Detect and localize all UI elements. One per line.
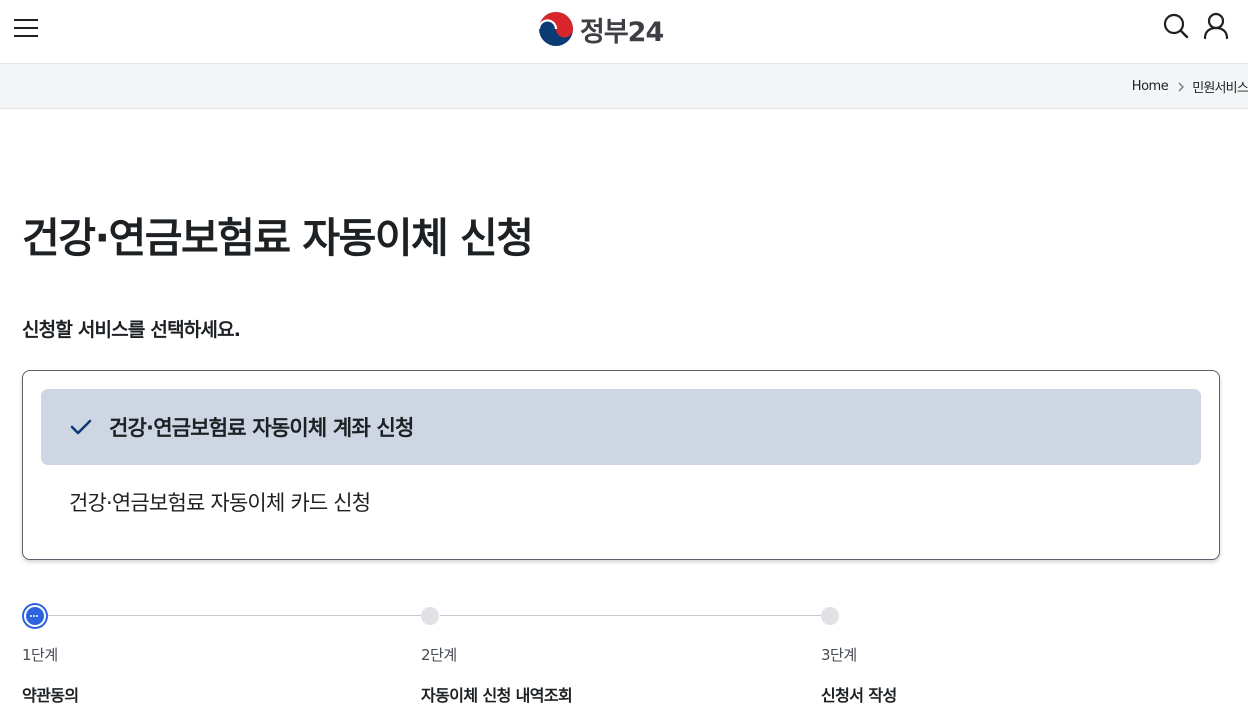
menu-icon[interactable] [14,16,40,40]
check-icon [70,419,92,435]
search-icon[interactable] [1162,12,1190,40]
breadcrumb-current-link[interactable]: 민원서비스 [1192,77,1248,96]
step-indicator: 1단계 2단계 3단계 약관동의 자동이체 신청 내역조회 신청서 작성 [22,604,1232,714]
service-instruction: 신청할 서비스를 선택하세요. [22,319,241,341]
service-option-account[interactable]: 건강·연금보험료 자동이체 계좌 신청 [41,389,1201,465]
step-1-number: 1단계 [22,646,58,664]
site-logo[interactable]: 정부24 [538,11,664,48]
step-2-number: 2단계 [421,646,457,664]
page-title: 건강·연금보험료 자동이체 신청 [22,214,534,262]
logo-text: 정부24 [580,16,664,48]
top-header: 정부24 [0,0,1248,64]
service-option-label: 건강·연금보험료 자동이체 카드 신청 [69,491,371,515]
step-2-name: 자동이체 신청 내역조회 [421,686,573,705]
service-option-list: 건강·연금보험료 자동이체 계좌 신청 건강·연금보험료 자동이체 카드 신청 [22,370,1220,560]
breadcrumb-bar: Home 민원서비스 [0,64,1248,109]
chevron-right-icon [1178,82,1185,91]
taegeuk-emblem-icon [538,12,573,46]
step-1-name: 약관동의 [22,686,79,705]
step-connector [42,615,422,616]
breadcrumb: Home 민원서비스 [1132,77,1248,96]
service-option-card[interactable]: 건강·연금보험료 자동이체 카드 신청 [41,469,1201,535]
step-2-marker [421,607,439,625]
step-1-marker [24,605,46,627]
step-connector [440,615,822,616]
service-option-label: 건강·연금보험료 자동이체 계좌 신청 [109,416,414,440]
breadcrumb-home-link[interactable]: Home [1132,79,1169,94]
step-3-marker [821,607,839,625]
step-3-number: 3단계 [821,646,857,664]
user-icon[interactable] [1203,12,1229,40]
step-3-name: 신청서 작성 [821,686,897,705]
